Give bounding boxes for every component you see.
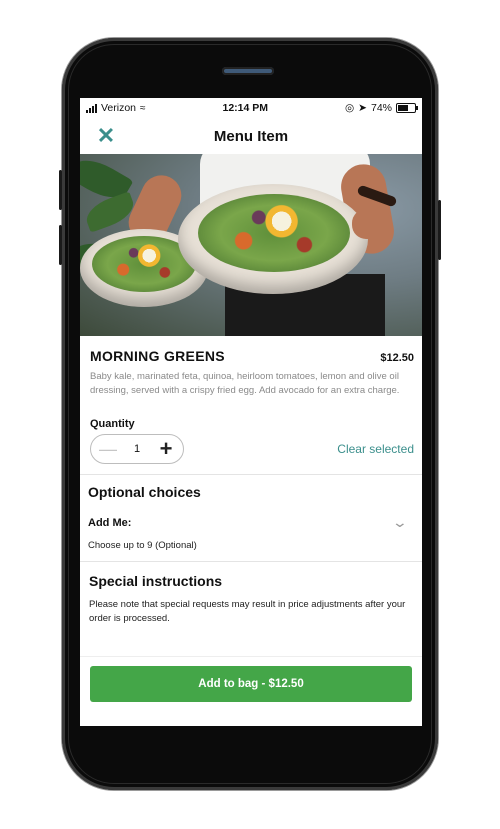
earpiece-speaker [222, 67, 274, 75]
divider [80, 474, 422, 475]
plus-icon[interactable]: + [157, 438, 175, 460]
special-instructions-note: Please note that special requests may re… [89, 599, 406, 624]
optional-choices-title: Optional choices [88, 484, 201, 500]
side-button [438, 200, 441, 260]
add-me-subtitle: Choose up to 9 (Optional) [88, 540, 197, 551]
add-me-title: Add Me: [88, 516, 132, 529]
chevron-down-icon[interactable]: ⌄ [392, 514, 408, 531]
carrier-name: Verizon [101, 102, 137, 114]
location-icon: ➤ [358, 102, 367, 114]
lock-rotation-icon: ◎ [345, 102, 355, 114]
item-photo [80, 154, 422, 336]
divider [80, 656, 422, 657]
quantity-value: 1 [133, 443, 141, 455]
status-time: 12:14 PM [222, 102, 269, 114]
wifi-icon: ≈ [140, 102, 146, 114]
quantity-label: Quantity [90, 418, 135, 430]
divider [80, 561, 422, 562]
side-button [59, 225, 62, 265]
status-bar: Verizon ≈ 12:14 PM ◎ ➤ 74% [80, 98, 422, 118]
special-instructions-title: Special instructions [89, 573, 223, 589]
quantity-stepper: — 1 + [90, 434, 184, 464]
item-price: $12.50 [380, 352, 414, 364]
item-details: MORNING GREENS $12.50 Baby kale, marinat… [80, 348, 422, 464]
nav-bar: ✕ Menu Item [80, 118, 422, 154]
side-button [59, 170, 62, 210]
close-icon[interactable]: ✕ [94, 124, 118, 148]
signal-icon [86, 103, 97, 113]
battery-icon [396, 103, 418, 113]
add-me-group[interactable]: Add Me: ⌄ [88, 514, 414, 531]
minus-icon[interactable]: — [99, 439, 117, 460]
page-title: Menu Item [213, 127, 289, 145]
add-to-bag-button[interactable]: Add to bag - $12.50 [90, 666, 412, 702]
battery-percent: 74% [370, 102, 392, 114]
item-description: Baby kale, marinated feta, quinoa, heirl… [90, 371, 400, 396]
item-name: MORNING GREENS [90, 348, 225, 364]
clear-selected-link[interactable]: Clear selected [337, 442, 414, 456]
app-screen: Verizon ≈ 12:14 PM ◎ ➤ 74% ✕ Menu Item M… [80, 98, 422, 726]
